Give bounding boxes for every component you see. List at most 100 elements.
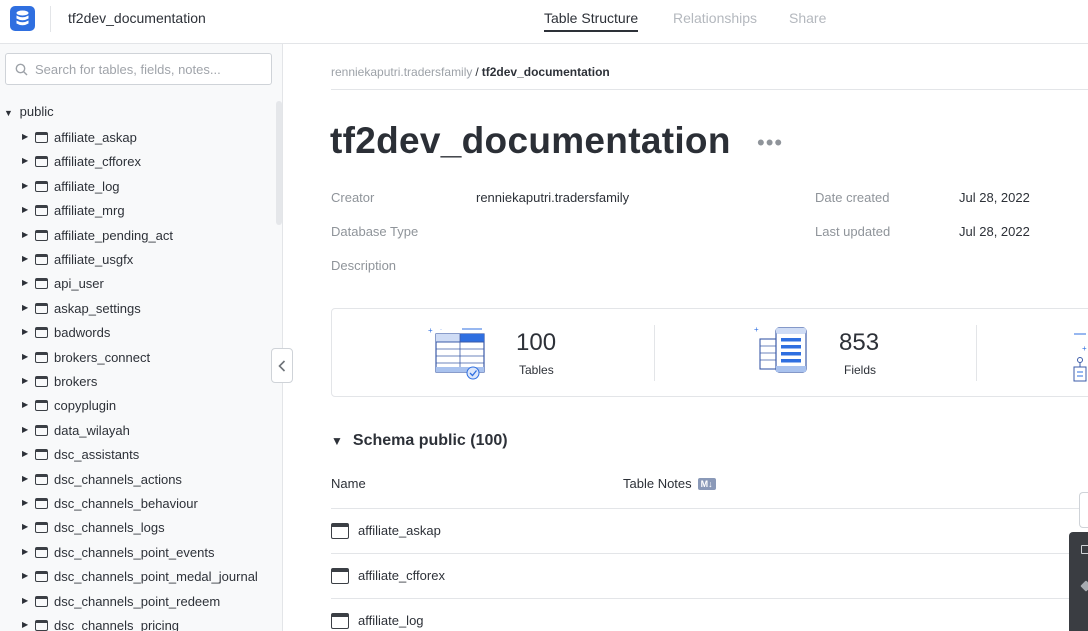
sidebar-table-label: dsc_channels_pricing	[54, 618, 180, 631]
caret-right-icon[interactable]: ▶	[22, 303, 28, 312]
sidebar-table-label: badwords	[54, 325, 111, 341]
fields-illustration-icon: +	[754, 325, 807, 373]
database-name: tf2dev_documentation	[68, 10, 206, 26]
sidebar-table-label: affiliate_mrg	[54, 203, 125, 219]
tab-share[interactable]: Share	[789, 10, 826, 26]
sidebar-table-label: dsc_assistants	[54, 447, 140, 463]
caret-right-icon[interactable]: ▶	[22, 230, 28, 239]
caret-right-icon[interactable]: ▶	[22, 254, 28, 263]
table-icon	[331, 568, 349, 584]
caret-right-icon[interactable]: ▶	[22, 596, 28, 605]
database-type-label: Database Type	[331, 224, 419, 239]
schema-section-title: Schema public (100)	[352, 432, 508, 449]
caret-right-icon[interactable]: ▶	[22, 425, 28, 434]
tables-count: 100	[516, 329, 557, 356]
caret-right-icon[interactable]: ▶	[22, 327, 28, 336]
description-label: Description	[331, 258, 397, 273]
tab-relationships[interactable]: Relationships	[673, 10, 757, 26]
caret-right-icon[interactable]: ▶	[22, 449, 28, 458]
sidebar-table-label: affiliate_log	[54, 178, 120, 194]
stats-card: + · 100 Tables + 853 Fields +	[331, 308, 1088, 397]
caret-right-icon[interactable]: ▶	[22, 352, 28, 361]
fields-label: Fields	[844, 363, 877, 377]
breadcrumb-owner[interactable]: renniekaputri.tradersfamily	[331, 65, 472, 79]
search-icon	[15, 63, 28, 76]
caret-right-icon[interactable]: ▶	[22, 571, 28, 580]
caret-right-icon[interactable]: ▶	[22, 498, 28, 507]
relationships-illustration-icon: +	[1073, 333, 1087, 382]
caret-right-icon[interactable]: ▶	[22, 278, 28, 287]
table-icon	[35, 595, 48, 607]
caret-down-icon: ▼	[4, 108, 13, 118]
creator-label: Creator	[331, 190, 375, 205]
svg-text:+: +	[1082, 344, 1087, 353]
table-row[interactable]: affiliate_askap	[331, 508, 1088, 552]
svg-text:+: +	[754, 325, 759, 334]
caret-right-icon[interactable]: ▶	[22, 620, 28, 629]
sidebar-table-label: affiliate_askap	[54, 130, 137, 145]
table-row-name[interactable]: affiliate_cfforex	[358, 568, 445, 583]
database-logo-icon[interactable]	[10, 6, 35, 31]
sidebar-table-label: copyplugin	[54, 398, 117, 414]
caret-right-icon[interactable]: ▶	[22, 400, 28, 409]
more-options-icon[interactable]: •••	[757, 130, 783, 156]
stat-divider	[976, 325, 977, 381]
caret-right-icon[interactable]: ▶	[22, 181, 28, 190]
table-row[interactable]: affiliate_cfforex	[331, 553, 1088, 597]
sidebar-table-label: dsc_channels_point_redeem	[54, 593, 221, 609]
column-header-name: Name	[331, 476, 366, 491]
schema-node-public[interactable]: ▼ public	[4, 104, 54, 122]
last-updated-label: Last updated	[815, 224, 891, 239]
caret-right-icon[interactable]: ▶	[22, 474, 28, 483]
top-bar: tf2dev_documentation Table Structure Rel…	[0, 0, 1088, 44]
table-icon	[35, 498, 48, 509]
header-divider	[50, 6, 51, 32]
table-row[interactable]: affiliate_log	[331, 598, 1088, 631]
tables-label: Tables	[519, 363, 554, 377]
table-row-name[interactable]: affiliate_askap	[358, 523, 441, 538]
breadcrumb-separator: /	[475, 65, 479, 79]
table-icon	[35, 156, 48, 168]
main-content: renniekaputri.tradersfamily / tf2dev_docum…	[284, 44, 1088, 631]
table-icon	[35, 229, 48, 241]
table-row-name[interactable]: affiliate_log	[358, 613, 424, 628]
sidebar-table-label: brokers	[54, 374, 98, 389]
table-icon	[331, 523, 349, 539]
stat-divider	[654, 325, 655, 381]
table-icon	[35, 424, 48, 436]
caret-right-icon[interactable]: ▶	[22, 376, 28, 385]
caret-right-icon[interactable]: ▶	[22, 522, 28, 531]
sidebar-table-label: dsc_channels_actions	[54, 471, 182, 487]
breadcrumb-divider	[331, 89, 1088, 90]
table-icon	[35, 180, 48, 192]
table-icon	[35, 400, 48, 412]
caret-right-icon[interactable]: ▶	[22, 547, 28, 556]
sidebar-table-label: dsc_channels_behaviour	[54, 496, 198, 511]
caret-right-icon[interactable]: ▶	[22, 205, 28, 214]
tables-illustration-icon: + ·	[428, 326, 485, 380]
sidebar-table-label: data_wilayah	[54, 422, 130, 438]
table-icon	[35, 571, 48, 583]
sidebar: ▼ public ▶ affiliate_askap ▶ affiliate_cffo…	[0, 44, 283, 631]
table-icon	[35, 351, 48, 363]
tab-table-structure[interactable]: Table Structure	[544, 10, 639, 32]
collapse-sidebar-button[interactable]	[271, 348, 293, 383]
caret-right-icon[interactable]: ▶	[22, 132, 28, 141]
table-icon	[35, 522, 48, 534]
creator-value: renniekaputri.tradersfamily	[476, 190, 630, 205]
caret-down-icon: ▼	[331, 434, 343, 448]
table-icon	[35, 376, 48, 387]
sidebar-scrollbar[interactable]	[276, 101, 282, 225]
table-icon	[35, 132, 48, 143]
schema-section-header[interactable]: ▼ Schema public (100)	[331, 432, 508, 450]
table-icon	[331, 613, 349, 629]
side-panel-tab[interactable]	[1079, 492, 1088, 528]
search-input[interactable]	[35, 60, 265, 78]
table-icon	[35, 278, 48, 290]
sidebar-table-label: affiliate_usgfx	[54, 252, 134, 267]
sidebar-table-label: affiliate_pending_act	[54, 227, 174, 243]
search-field[interactable]	[5, 53, 272, 85]
breadcrumb-current: tf2dev_documentation	[481, 65, 610, 79]
caret-right-icon[interactable]: ▶	[22, 156, 28, 165]
floating-toolbar[interactable]	[1069, 532, 1088, 631]
